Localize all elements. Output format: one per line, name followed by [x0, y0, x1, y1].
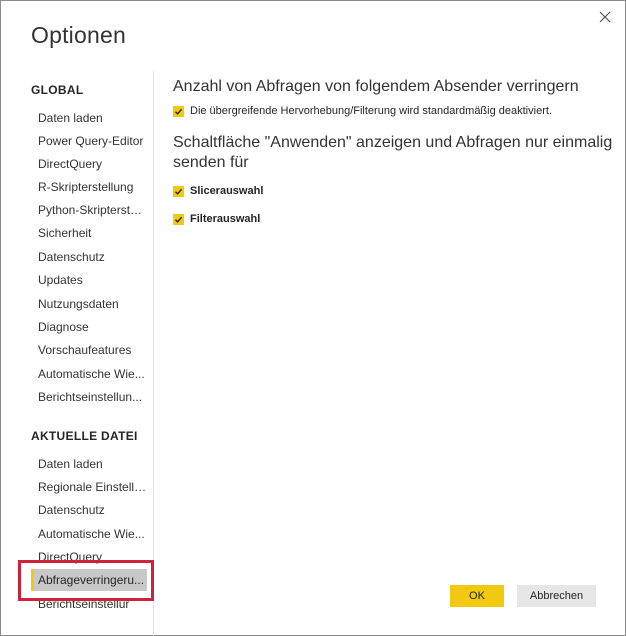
dialog-title: Optionen	[31, 22, 126, 48]
sidebar-item-file-query-reduction[interactable]: Abfrageverringeru...	[31, 569, 147, 591]
section-heading-apply-button: Schaltfläche "Anwenden" anzeigen und Abf…	[173, 134, 613, 171]
sidebar-item-file-report-settings[interactable]: Berichtseinstellur	[31, 593, 147, 615]
option-label-filter-selection: Filterauswahl	[190, 213, 261, 225]
close-button[interactable]	[595, 7, 615, 27]
option-label-slicer-selection: Slicerauswahl	[190, 185, 264, 197]
sidebar-item-global-sicherheit[interactable]: Sicherheit	[31, 222, 147, 244]
checkmark-icon	[175, 188, 183, 195]
checkbox-filter-selection[interactable]	[173, 213, 184, 225]
sidebar-item-global-report-settings[interactable]: Berichtseinstellun...	[31, 386, 147, 408]
sidebar-item-global-daten-laden[interactable]: Daten laden	[31, 107, 147, 129]
sidebar-item-global-power-query-editor[interactable]: Power Query-Editor	[31, 130, 147, 152]
sidebar-item-global-diagnose[interactable]: Diagnose	[31, 316, 147, 338]
option-label-cross-highlight: Die übergreifende Hervorhebung/Filterung…	[190, 105, 552, 117]
checkbox-slicer-selection[interactable]	[173, 185, 184, 197]
checkmark-icon	[175, 108, 183, 115]
sidebar-item-file-directquery[interactable]: DirectQuery	[31, 546, 147, 568]
sidebar-item-global-auto-recovery[interactable]: Automatische Wie...	[31, 363, 147, 385]
sidebar-item-global-nutzungsdaten[interactable]: Nutzungsdaten	[31, 293, 147, 315]
sidebar-item-global-r-scripting[interactable]: R-Skripterstellung	[31, 176, 147, 198]
options-sidebar: GLOBAL Daten laden Power Query-Editor Di…	[1, 71, 154, 636]
section-heading-reduce-queries: Anzahl von Abfragen von folgendem Absend…	[173, 78, 579, 95]
options-dialog: Optionen GLOBAL Daten laden Power Query-…	[0, 0, 626, 636]
sidebar-item-global-vorschaufeatures[interactable]: Vorschaufeatures	[31, 339, 147, 361]
option-filter-selection[interactable]: Filterauswahl	[173, 213, 613, 225]
close-icon	[599, 11, 611, 23]
sidebar-item-file-regional-settings[interactable]: Regionale Einstellu...	[31, 476, 147, 498]
sidebar-heading-global: GLOBAL	[31, 83, 84, 97]
option-disable-cross-highlight[interactable]: Die übergreifende Hervorhebung/Filterung…	[173, 105, 613, 117]
sidebar-heading-current-file: AKTUELLE DATEI	[31, 429, 138, 443]
sidebar-item-file-datenschutz[interactable]: Datenschutz	[31, 499, 147, 521]
sidebar-item-global-updates[interactable]: Updates	[31, 269, 147, 291]
sidebar-item-global-datenschutz[interactable]: Datenschutz	[31, 246, 147, 268]
checkmark-icon	[175, 216, 183, 223]
sidebar-item-global-python-scripting[interactable]: Python-Skripterstel...	[31, 199, 147, 221]
sidebar-item-file-auto-recovery[interactable]: Automatische Wie...	[31, 523, 147, 545]
option-slicer-selection[interactable]: Slicerauswahl	[173, 185, 613, 197]
sidebar-item-global-directquery[interactable]: DirectQuery	[31, 153, 147, 175]
options-content: Anzahl von Abfragen von folgendem Absend…	[173, 77, 613, 225]
checkbox-cross-highlight[interactable]	[173, 105, 184, 117]
cancel-button[interactable]: Abbrechen	[517, 585, 596, 607]
ok-button[interactable]: OK	[450, 585, 504, 607]
sidebar-item-file-daten-laden[interactable]: Daten laden	[31, 453, 147, 475]
